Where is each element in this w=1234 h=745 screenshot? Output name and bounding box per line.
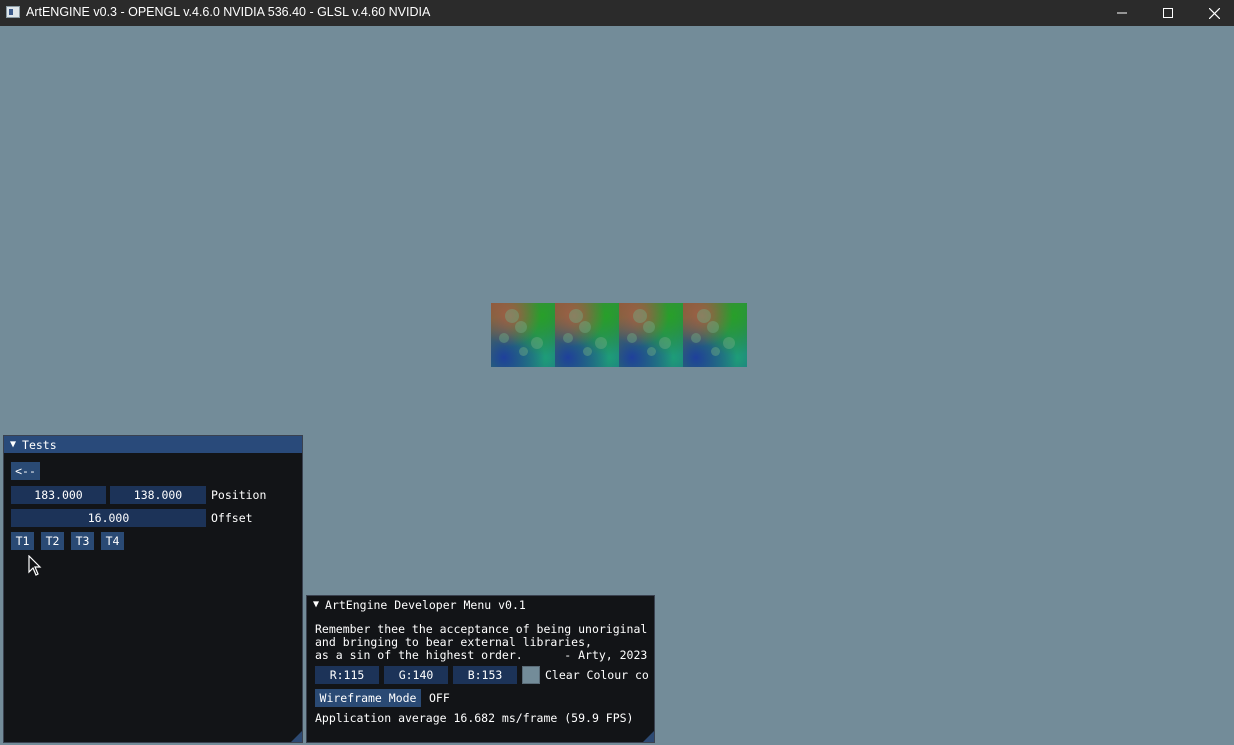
wireframe-state: OFF [429,691,450,705]
maximize-icon [1163,8,1173,18]
clear-colour-r-input[interactable]: R:115 [315,666,379,684]
clear-colour-label: Clear Colour co [545,668,649,682]
test-button-t2[interactable]: T2 [41,532,64,550]
position-label: Position [211,488,267,502]
minimize-icon [1117,12,1127,14]
clear-colour-swatch[interactable] [522,666,540,684]
clear-colour-g-input[interactable]: G:140 [384,666,448,684]
artengine-app-icon [6,6,20,18]
texture-quad [491,303,555,367]
collapse-arrow-icon[interactable]: ▼ [313,599,319,610]
maximize-button[interactable] [1145,0,1191,26]
window-title: ArtENGINE v0.3 - OPENGL v.4.6.0 NVIDIA 5… [26,5,431,19]
resize-grip[interactable] [643,731,654,742]
developer-menu-header[interactable]: ▼ ArtEngine Developer Menu v0.1 [307,596,654,613]
texture-quad [555,303,619,367]
performance-text: Application average 16.682 ms/frame (59.… [315,711,634,725]
developer-menu-title: ArtEngine Developer Menu v0.1 [325,597,526,612]
mouse-cursor-icon [28,555,42,576]
close-button[interactable] [1191,0,1234,26]
position-x-input[interactable]: 183.000 [11,486,106,504]
test-button-t3[interactable]: T3 [71,532,94,550]
offset-label: Offset [211,511,253,525]
texture-quad [619,303,683,367]
test-button-t4[interactable]: T4 [101,532,124,550]
test-button-t1[interactable]: T1 [11,532,34,550]
close-icon [1208,7,1220,19]
wireframe-mode-button[interactable]: Wireframe Mode [315,689,421,707]
collapse-arrow-icon[interactable]: ▼ [10,439,16,450]
developer-menu-window[interactable]: ▼ ArtEngine Developer Menu v0.1 Remember… [306,595,655,743]
position-y-input[interactable]: 138.000 [110,486,206,504]
clear-colour-b-input[interactable]: B:153 [453,666,517,684]
offset-slider[interactable]: 16.000 [11,509,206,527]
window-title-bar[interactable]: ArtENGINE v0.3 - OPENGL v.4.6.0 NVIDIA 5… [0,0,1234,26]
tests-window[interactable]: ▼ Tests <-- 183.000 138.000 Position 16.… [3,435,303,743]
texture-quad [683,303,747,367]
tests-window-header[interactable]: ▼ Tests [4,436,302,453]
back-button[interactable]: <-- [11,462,40,480]
quote-text: Remember thee the acceptance of being un… [315,622,648,662]
resize-grip[interactable] [291,731,302,742]
minimize-button[interactable] [1099,0,1145,26]
tests-window-title: Tests [22,437,57,452]
rendered-texture-quads [491,303,747,367]
